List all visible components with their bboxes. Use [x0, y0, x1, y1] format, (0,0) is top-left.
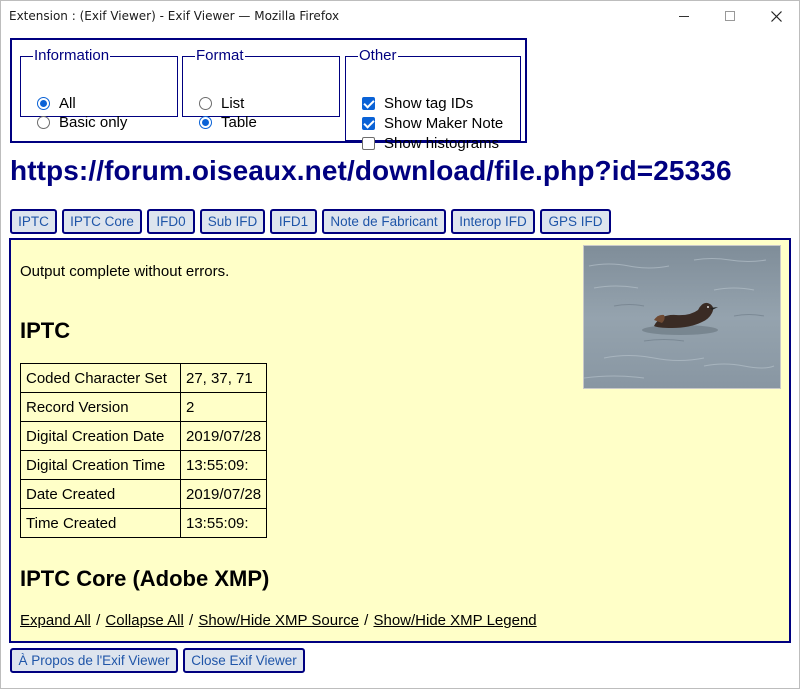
other-group: Other Show tag IDs Show Maker Note Show … — [345, 47, 521, 152]
format-group: Format List Table — [182, 47, 340, 131]
link-separator: / — [96, 612, 101, 629]
close-icon[interactable] — [753, 1, 799, 31]
options-panel: Information All Basic only Format List T… — [10, 38, 527, 152]
checkbox-show-histograms[interactable]: Show histograms — [362, 134, 499, 152]
tag-value: 13:55:09: — [179, 450, 268, 480]
table-row: Coded Character Set 27, 37, 71 — [20, 363, 268, 393]
tab-interop-ifd[interactable]: Interop IFD — [451, 209, 535, 234]
radio-basic-only-label: Basic only — [59, 113, 128, 131]
table-row: Record Version 2 — [20, 392, 268, 422]
tag-name: Digital Creation Time — [20, 450, 181, 480]
exif-output: Output complete without errors. IPTC Cod… — [9, 238, 791, 643]
show-hide-xmp-legend-link[interactable]: Show/Hide XMP Legend — [373, 612, 536, 629]
checkbox-show-histograms-label: Show histograms — [384, 134, 500, 152]
iptc-table: Coded Character Set 27, 37, 71 Record Ve… — [20, 363, 268, 538]
table-row: Time Created 13:55:09: — [20, 508, 268, 538]
other-legend: Other — [359, 47, 397, 64]
checkbox-show-maker-note[interactable]: Show Maker Note — [362, 114, 503, 132]
radio-all-control[interactable] — [37, 96, 50, 110]
tab-sub-ifd[interactable]: Sub IFD — [200, 209, 265, 234]
tab-ifd1[interactable]: IFD1 — [270, 209, 317, 234]
tab-iptc[interactable]: IPTC — [10, 209, 57, 234]
minimize-icon[interactable] — [661, 1, 707, 31]
information-group: Information All Basic only — [20, 47, 178, 131]
tag-value: 2019/07/28 — [179, 479, 268, 509]
collapse-all-link[interactable]: Collapse All — [105, 612, 183, 629]
tag-value: 2 — [179, 392, 268, 422]
tag-name: Record Version — [20, 392, 181, 422]
tab-ifd0[interactable]: IFD0 — [147, 209, 195, 234]
radio-basic-only[interactable]: Basic only — [37, 113, 127, 131]
link-separator: / — [188, 612, 194, 629]
tag-name: Time Created — [20, 508, 181, 538]
tab-note-de-fabricant[interactable]: Note de Fabricant — [322, 209, 446, 234]
tab-gps-ifd[interactable]: GPS IFD — [540, 209, 611, 234]
iptc-heading: IPTC — [20, 318, 71, 343]
radio-all[interactable]: All — [37, 94, 76, 112]
link-separator: / — [364, 612, 369, 629]
radio-list-control[interactable] — [199, 96, 212, 110]
window-title: Extension : (Exif Viewer) - Exif Viewer … — [9, 9, 340, 23]
radio-basic-only-control[interactable] — [37, 115, 50, 129]
tag-value: 2019/07/28 — [179, 421, 268, 451]
about-button[interactable]: À Propos de l'Exif Viewer — [10, 648, 178, 673]
radio-table-label: Table — [221, 113, 257, 131]
tag-name: Coded Character Set — [20, 363, 181, 393]
information-legend: Information — [34, 47, 110, 64]
show-hide-xmp-source-link[interactable]: Show/Hide XMP Source — [198, 612, 359, 629]
tab-iptc-core[interactable]: IPTC Core — [62, 209, 142, 234]
checkbox-show-histograms-control[interactable] — [362, 136, 375, 150]
checkbox-show-tag-ids[interactable]: Show tag IDs — [362, 94, 473, 112]
tag-value: 13:55:09: — [179, 508, 268, 538]
checkbox-show-maker-note-label: Show Maker Note — [384, 114, 504, 132]
tag-name: Date Created — [20, 479, 181, 509]
tag-name: Digital Creation Date — [20, 421, 181, 451]
checkbox-show-maker-note-control[interactable] — [362, 116, 375, 130]
image-thumbnail — [583, 245, 781, 389]
radio-list[interactable]: List — [199, 94, 244, 112]
radio-all-label: All — [59, 94, 76, 112]
format-legend: Format — [196, 47, 244, 64]
maximize-icon[interactable] — [707, 1, 753, 31]
table-row: Digital Creation Date 2019/07/28 — [20, 421, 268, 451]
title-bar: Extension : (Exif Viewer) - Exif Viewer … — [1, 1, 799, 31]
checkbox-show-tag-ids-label: Show tag IDs — [384, 94, 474, 112]
status-message: Output complete without errors. — [20, 263, 230, 280]
radio-table-control[interactable] — [199, 115, 212, 129]
radio-table[interactable]: Table — [199, 113, 257, 131]
xmp-links: Expand All / Collapse All / Show/Hide XM… — [20, 612, 537, 629]
table-row: Digital Creation Time 13:55:09: — [20, 450, 268, 480]
close-viewer-button[interactable]: Close Exif Viewer — [183, 648, 305, 673]
table-row: Date Created 2019/07/28 — [20, 479, 268, 509]
expand-all-link[interactable]: Expand All — [20, 612, 91, 629]
xmp-heading: IPTC Core (Adobe XMP) — [20, 566, 270, 591]
checkbox-show-tag-ids-control[interactable] — [362, 96, 375, 110]
radio-list-label: List — [221, 94, 245, 112]
tag-value: 27, 37, 71 — [179, 363, 268, 393]
image-url: https://forum.oiseaux.net/download/file.… — [10, 155, 732, 186]
